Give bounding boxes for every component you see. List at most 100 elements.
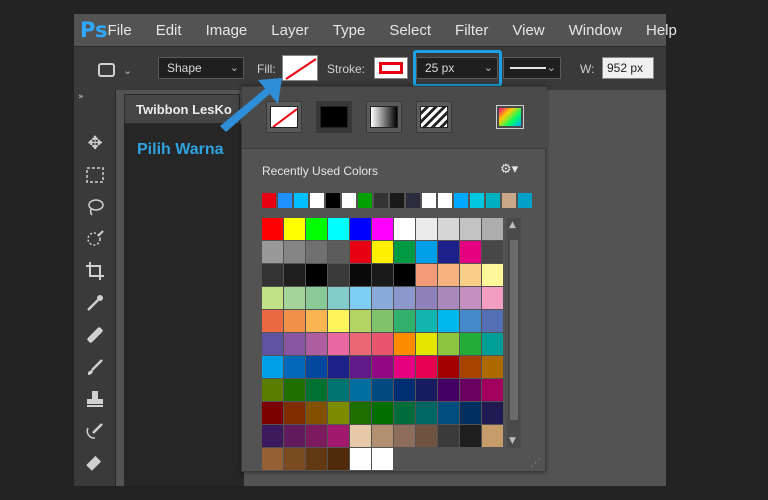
color-swatch[interactable] (328, 448, 349, 470)
color-swatch[interactable] (482, 402, 503, 424)
eyedropper-tool-icon[interactable] (82, 290, 108, 316)
color-swatch[interactable] (372, 241, 393, 263)
color-swatch[interactable] (262, 425, 283, 447)
recent-color-swatch[interactable] (390, 193, 404, 208)
color-swatch[interactable] (416, 241, 437, 263)
menu-image[interactable]: Image (206, 22, 248, 39)
color-swatch[interactable] (460, 333, 481, 355)
scroll-thumb[interactable] (510, 240, 518, 420)
recent-color-swatch[interactable] (470, 193, 484, 208)
color-swatch[interactable] (438, 448, 459, 470)
color-swatch[interactable] (328, 287, 349, 309)
color-swatch[interactable] (350, 425, 371, 447)
color-swatch[interactable] (460, 241, 481, 263)
recent-color-swatch[interactable] (262, 193, 276, 208)
color-swatch[interactable] (284, 218, 305, 240)
color-swatch[interactable] (438, 218, 459, 240)
color-swatch[interactable] (416, 310, 437, 332)
color-swatch[interactable] (350, 356, 371, 378)
tool-preset-picker[interactable]: ⌄ (98, 59, 138, 81)
pattern-button[interactable] (416, 101, 452, 133)
color-swatch[interactable] (328, 425, 349, 447)
recent-color-swatch[interactable] (406, 193, 420, 208)
color-swatch[interactable] (350, 402, 371, 424)
color-swatch[interactable] (482, 287, 503, 309)
color-swatch[interactable] (284, 402, 305, 424)
color-swatch[interactable] (416, 264, 437, 286)
recent-color-swatch[interactable] (518, 193, 532, 208)
color-swatch[interactable] (460, 402, 481, 424)
color-swatch[interactable] (306, 356, 327, 378)
color-swatch[interactable] (482, 448, 503, 470)
menu-layer[interactable]: Layer (271, 22, 309, 39)
color-swatch[interactable] (262, 448, 283, 470)
color-swatch[interactable] (372, 218, 393, 240)
color-swatch[interactable] (394, 448, 415, 470)
color-swatch[interactable] (328, 379, 349, 401)
menu-filter[interactable]: Filter (455, 22, 488, 39)
color-swatch[interactable] (306, 333, 327, 355)
menu-select[interactable]: Select (389, 22, 431, 39)
color-swatch[interactable] (482, 264, 503, 286)
width-input[interactable]: 952 px (602, 57, 654, 79)
color-swatch[interactable] (482, 241, 503, 263)
color-swatch[interactable] (438, 287, 459, 309)
menu-type[interactable]: Type (333, 22, 366, 39)
fill-swatch[interactable] (282, 55, 318, 81)
color-swatch[interactable] (284, 241, 305, 263)
healing-brush-tool-icon[interactable] (82, 322, 108, 348)
color-swatch[interactable] (372, 448, 393, 470)
color-swatch[interactable] (460, 310, 481, 332)
recent-color-swatch[interactable] (422, 193, 436, 208)
color-swatch[interactable] (394, 218, 415, 240)
color-swatch[interactable] (394, 333, 415, 355)
color-swatch[interactable] (328, 310, 349, 332)
recent-color-swatch[interactable] (342, 193, 356, 208)
color-swatch[interactable] (350, 310, 371, 332)
color-swatch[interactable] (306, 448, 327, 470)
color-swatch[interactable] (284, 264, 305, 286)
recent-color-swatch[interactable] (486, 193, 500, 208)
recent-color-swatch[interactable] (310, 193, 324, 208)
color-swatch[interactable] (262, 333, 283, 355)
recent-color-swatch[interactable] (294, 193, 308, 208)
color-swatch[interactable] (306, 310, 327, 332)
color-swatch[interactable] (394, 379, 415, 401)
color-swatch[interactable] (482, 333, 503, 355)
color-swatch[interactable] (438, 402, 459, 424)
menu-file[interactable]: File (108, 22, 132, 39)
color-swatch[interactable] (460, 264, 481, 286)
resize-grip-icon[interactable]: ⋰ (530, 456, 541, 469)
color-swatch[interactable] (394, 356, 415, 378)
stroke-swatch[interactable] (374, 57, 408, 79)
color-swatch[interactable] (372, 402, 393, 424)
color-swatch[interactable] (328, 241, 349, 263)
color-swatch[interactable] (438, 333, 459, 355)
gear-icon[interactable]: ⚙▾ (500, 162, 518, 177)
stroke-type-dropdown[interactable]: ⌄ (503, 57, 561, 79)
color-swatch[interactable] (372, 379, 393, 401)
color-swatch[interactable] (416, 402, 437, 424)
crop-tool-icon[interactable] (82, 258, 108, 284)
lasso-tool-icon[interactable] (82, 194, 108, 220)
solid-color-button[interactable] (316, 101, 352, 133)
color-swatch[interactable] (416, 356, 437, 378)
collapse-icon[interactable]: » (78, 92, 84, 102)
color-swatch[interactable] (350, 333, 371, 355)
scroll-down-icon[interactable]: ▼ (509, 436, 516, 446)
recent-color-swatch[interactable] (502, 193, 516, 208)
color-swatch[interactable] (372, 356, 393, 378)
swatch-scrollbar[interactable]: ▲ ▼ (507, 218, 521, 448)
menu-view[interactable]: View (512, 22, 544, 39)
scroll-up-icon[interactable]: ▲ (509, 220, 516, 230)
recent-color-swatch[interactable] (454, 193, 468, 208)
stamp-tool-icon[interactable] (82, 386, 108, 412)
color-swatch[interactable] (262, 264, 283, 286)
color-swatch[interactable] (394, 287, 415, 309)
color-swatch[interactable] (438, 264, 459, 286)
color-swatch[interactable] (306, 402, 327, 424)
color-swatch[interactable] (306, 264, 327, 286)
color-swatch[interactable] (394, 402, 415, 424)
color-swatch[interactable] (438, 379, 459, 401)
gradient-button[interactable] (366, 101, 402, 133)
